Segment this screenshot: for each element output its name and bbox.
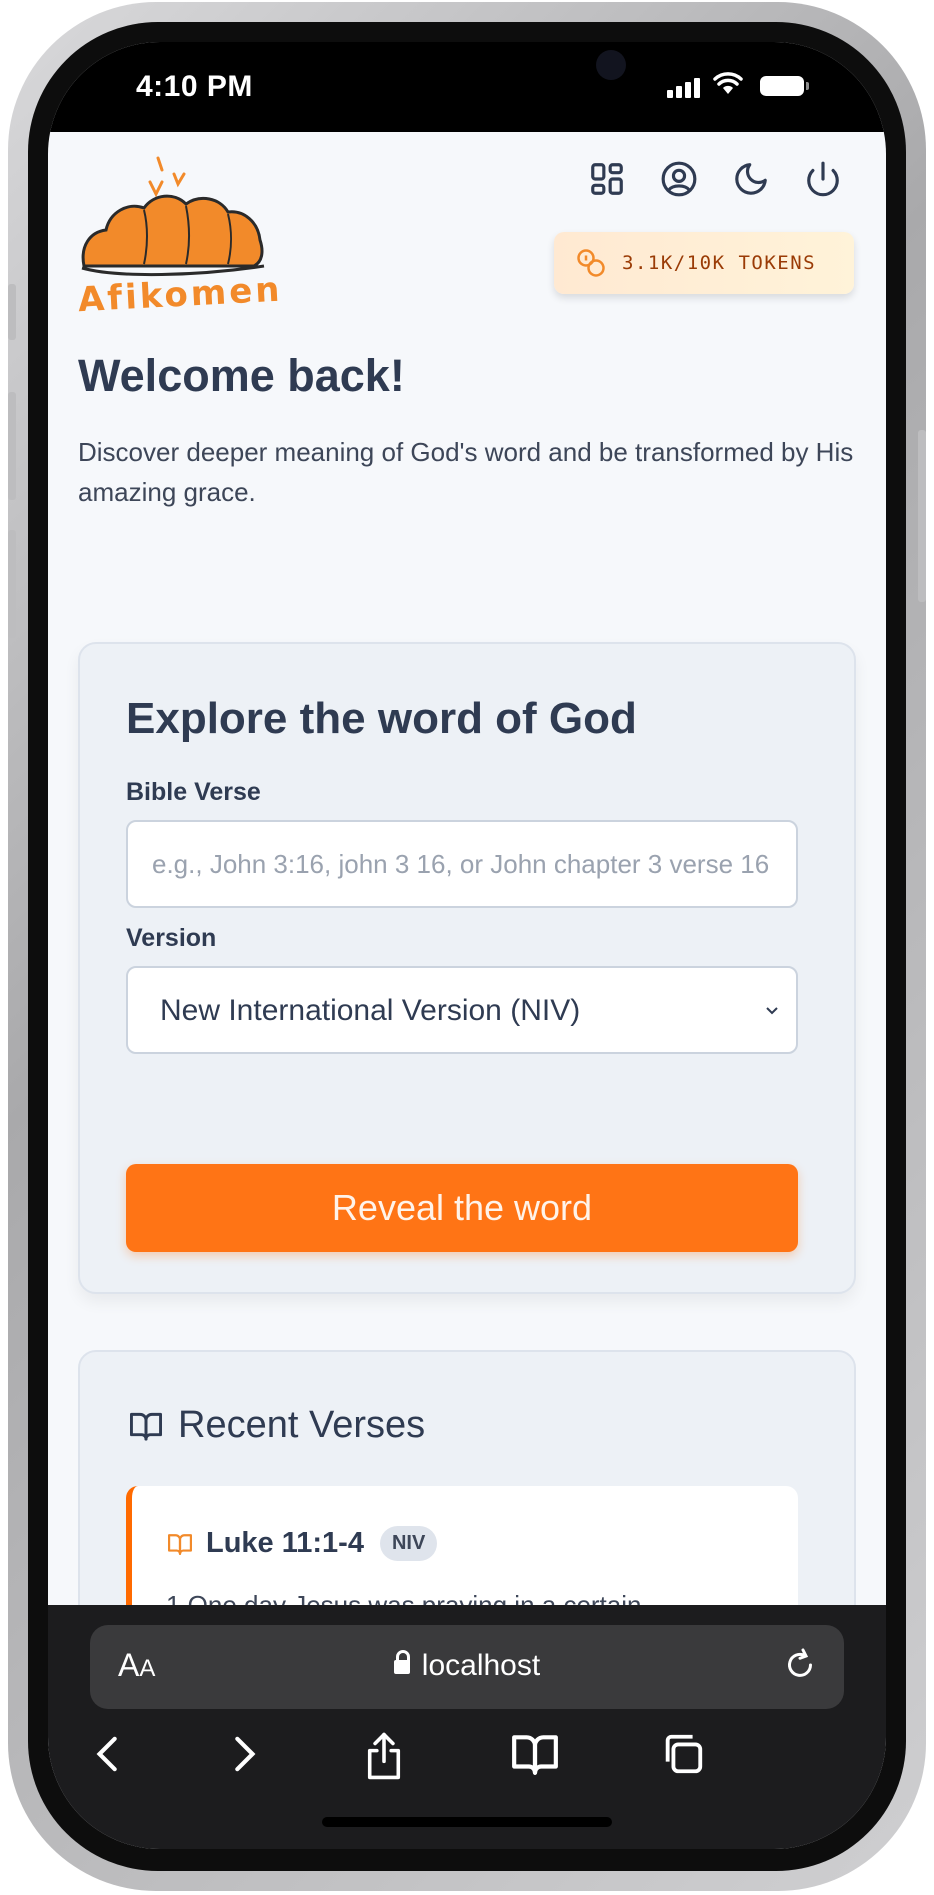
book-open-icon [168, 1533, 192, 1555]
forward-icon[interactable] [224, 1731, 262, 1782]
coins-icon [577, 249, 605, 277]
status-bar: 4:10 PM [48, 42, 886, 132]
verse-reference: Luke 11:1-4 [206, 1527, 364, 1559]
recent-verses-title: Recent Verses [178, 1404, 426, 1446]
header-actions [588, 160, 842, 198]
share-icon[interactable] [362, 1731, 406, 1786]
wifi-icon [713, 72, 743, 101]
browser-toolbar: AA localhost [48, 1605, 886, 1849]
verse-version-badge: NIV [379, 1526, 438, 1561]
chevron-down-icon [766, 1007, 778, 1015]
volume-down-button [8, 530, 16, 638]
screen: 4:10 PM Afikomen 3.1K/10K TOKENS Welcome… [48, 42, 886, 1849]
welcome-title: Welcome back! [78, 350, 405, 401]
bible-verse-input[interactable] [128, 822, 796, 906]
battery-icon [760, 76, 809, 96]
power-side-button [918, 430, 926, 602]
explore-title: Explore the word of God [126, 694, 637, 743]
welcome-subtitle: Discover deeper meaning of God's word an… [78, 437, 854, 507]
book-open-icon [129, 1412, 162, 1441]
bible-verse-field[interactable] [126, 820, 798, 908]
power-icon[interactable] [804, 160, 842, 198]
back-icon[interactable] [90, 1731, 128, 1782]
browser-nav-row [48, 1731, 886, 1791]
version-label: Version [126, 924, 217, 952]
explore-card: Explore the word of God Bible Verse Vers… [78, 642, 856, 1294]
reload-icon[interactable] [782, 1647, 818, 1683]
token-usage-badge[interactable]: 3.1K/10K TOKENS [554, 232, 854, 294]
volume-up-button [8, 392, 16, 500]
moon-icon[interactable] [732, 160, 770, 198]
dynamic-island [306, 42, 626, 108]
reveal-word-button[interactable]: Reveal the word [126, 1164, 798, 1252]
recent-verse-header: Luke 11:1-4 NIV [166, 1526, 438, 1561]
home-indicator [322, 1817, 612, 1827]
front-camera [596, 50, 626, 80]
afikomen-logo[interactable]: Afikomen [77, 156, 283, 320]
cellular-signal-icon [667, 78, 703, 98]
version-selected-value: New International Version (NIV) [160, 994, 581, 1027]
logo-wordmark: Afikomen [78, 270, 282, 312]
bible-verse-label: Bible Verse [126, 778, 261, 806]
bookmarks-icon[interactable] [510, 1731, 560, 1782]
version-select[interactable]: New International Version (NIV) [126, 966, 798, 1054]
tabs-icon[interactable] [660, 1731, 706, 1782]
token-usage-text: 3.1K/10K TOKENS [622, 252, 817, 274]
mute-switch [8, 284, 16, 340]
recent-verses-header: Recent Verses [128, 1404, 425, 1447]
lock-icon [393, 1650, 410, 1675]
status-time: 4:10 PM [136, 70, 253, 103]
url-display[interactable]: localhost [90, 1649, 844, 1683]
url-text: localhost [421, 1649, 541, 1682]
address-bar[interactable]: AA localhost [90, 1625, 844, 1709]
user-circle-icon[interactable] [660, 160, 698, 198]
grid-icon[interactable] [588, 160, 626, 198]
app-content: Afikomen 3.1K/10K TOKENS Welcome back! D… [48, 132, 886, 1686]
